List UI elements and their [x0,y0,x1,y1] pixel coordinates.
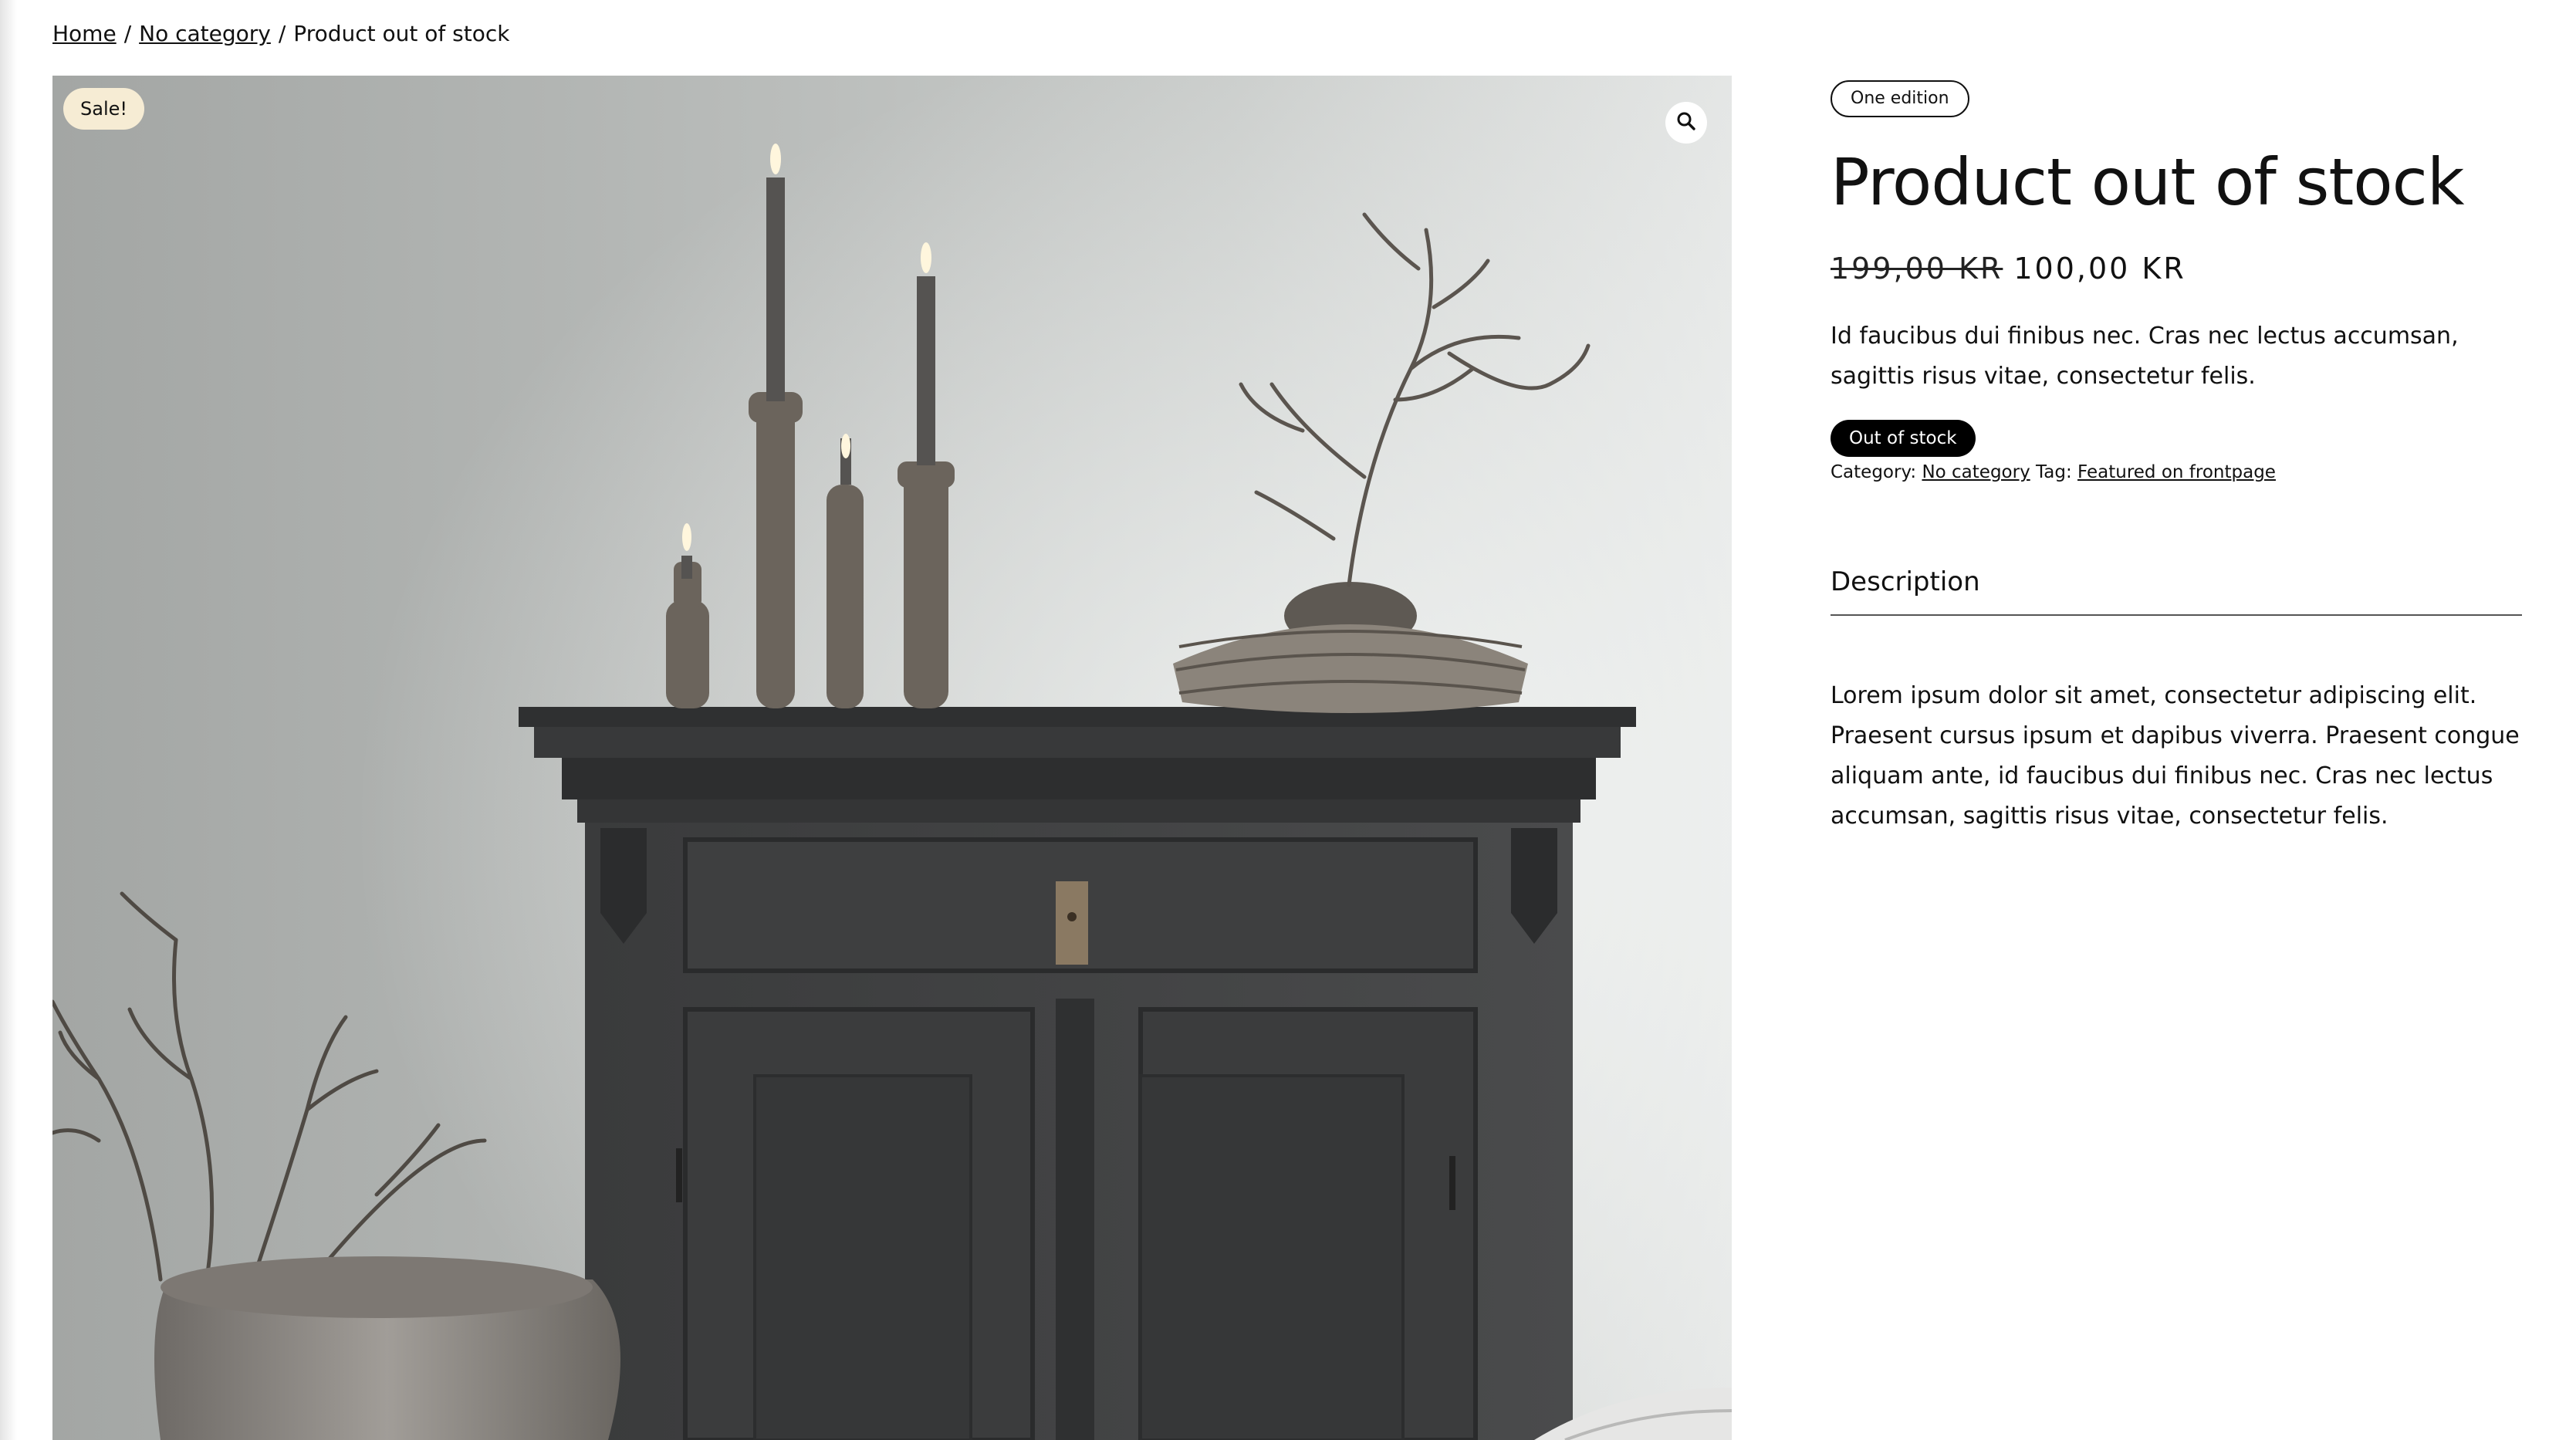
product-title: Product out of stock [1831,144,2464,220]
breadcrumb-separator: / [278,21,286,46]
tag-link[interactable]: Featured on frontpage [2077,462,2276,482]
product-meta: Category: No category Tag: Featured on f… [1831,457,2276,488]
product-summary: One edition Product out of stock 199,00 … [1831,0,2525,1440]
description-body: Lorem ipsum dolor sit amet, consectetur … [1831,682,2520,830]
search-icon [1675,110,1697,135]
short-description: Id faucibus dui finibus nec. Cras nec le… [1831,323,2459,390]
breadcrumb: Home / No category / Product out of stock [52,19,509,49]
tab-description[interactable]: Description [1831,560,1980,603]
product-image[interactable] [52,76,1732,1440]
tab-divider [1831,614,2522,616]
price: 199,00 KR 100,00 KR [1831,247,2186,290]
edition-badge: One edition [1831,80,1969,117]
sale-price: 100,00 KR [2013,252,2186,286]
breadcrumb-current: Product out of stock [293,21,510,46]
sale-badge: Sale! [63,88,144,130]
breadcrumb-category-link[interactable]: No category [139,21,271,46]
breadcrumb-home-link[interactable]: Home [52,21,117,46]
page-edge-shadow [0,0,17,1440]
category-link[interactable]: No category [1922,462,2030,482]
category-label: Category: [1831,462,1917,482]
product-photo-illustration [52,76,1732,1440]
tag-label: Tag: [2036,462,2072,482]
zoom-button[interactable] [1665,102,1707,144]
breadcrumb-separator: / [123,21,132,46]
original-price: 199,00 KR [1831,252,2003,286]
stock-status-badge: Out of stock [1831,420,1976,457]
